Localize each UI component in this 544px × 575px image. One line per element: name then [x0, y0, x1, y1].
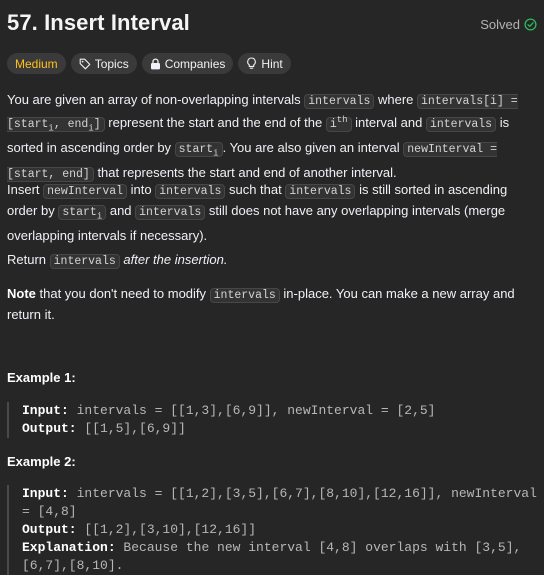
code-intervals: intervals [49, 254, 120, 269]
topics-label: Topics [94, 56, 129, 71]
example-2-output: Output: [[1,2],[3,10],[12,16]] [22, 522, 257, 537]
example-2-input: Input: intervals = [[1,2],[3,5],[6,7],[8… [22, 486, 544, 519]
example-1-block: Input: intervals = [[1,3],[6,9]], newInt… [7, 402, 537, 438]
code-i: ith [325, 115, 352, 132]
companies-label: Companies [164, 56, 226, 71]
example-2-title: Example 2: [7, 454, 76, 469]
tag-icon [79, 58, 91, 70]
example-2-explanation: Explanation: Because the new interval [4… [22, 540, 522, 573]
code-new-interval: newInterval [43, 184, 128, 199]
code-start-i: starti [174, 142, 223, 158]
example-2-block: Input: intervals = [[1,2],[3,5],[6,7],[8… [7, 485, 537, 575]
page-title[interactable]: 57. Insert Interval [7, 10, 190, 36]
description-paragraph-2: Insert newInterval into intervals such t… [7, 182, 508, 244]
tag-bar: Medium Topics Companies Hint [7, 53, 291, 74]
example-1-input: Input: intervals = [[1,3],[6,9]], newInt… [22, 403, 436, 418]
description-paragraph-3: Return intervals after the insertion. [7, 252, 228, 269]
example-1-title: Example 1: [7, 370, 76, 385]
lightbulb-icon [246, 57, 257, 70]
topics-button[interactable]: Topics [70, 53, 137, 74]
code-intervals: intervals [155, 184, 226, 199]
code-intervals: intervals [304, 94, 375, 109]
code-intervals: intervals [209, 288, 280, 303]
description-paragraph-1: You are given an array of non-overlappin… [7, 92, 518, 183]
companies-button[interactable]: Companies [141, 53, 234, 74]
lock-icon [150, 57, 161, 70]
title-row: 57. Insert Interval Solved [7, 10, 537, 42]
difficulty-badge: Medium [7, 53, 66, 74]
solved-status: Solved [480, 17, 537, 32]
description-paragraph-4: Note that you don't need to modify inter… [7, 286, 515, 322]
example-1-output: Output: [[1,5],[6,9]] [22, 421, 186, 436]
hint-label: Hint [261, 56, 283, 71]
solved-label: Solved [480, 17, 520, 32]
code-start-i: starti [58, 205, 107, 221]
code-intervals: intervals [135, 205, 206, 220]
code-intervals: intervals [425, 116, 497, 132]
hint-button[interactable]: Hint [238, 53, 291, 74]
code-intervals: intervals [285, 184, 356, 199]
check-circle-icon [524, 18, 537, 31]
